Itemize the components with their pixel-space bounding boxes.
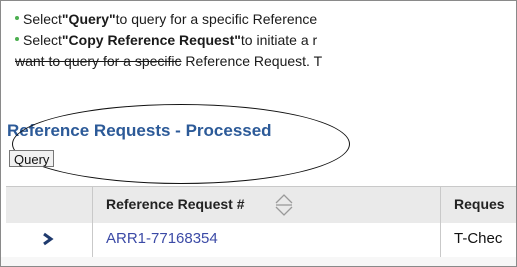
row-reference-cell: ARR1-77168354 bbox=[94, 223, 441, 257]
bullet-icon bbox=[15, 36, 19, 41]
query-button[interactable]: Query bbox=[9, 150, 55, 167]
table-row[interactable]: ARR1-77168354 T-Chec bbox=[6, 223, 516, 258]
instruction-line-3: want to query for a specific Reference R… bbox=[15, 53, 323, 69]
row-requester-cell: T-Chec bbox=[444, 223, 516, 257]
row-expand-cell[interactable] bbox=[6, 223, 93, 257]
reference-request-link[interactable]: ARR1-77168354 bbox=[106, 230, 218, 247]
requester-value: T-Chec bbox=[454, 230, 503, 247]
header-reference-request[interactable]: Reference Request # bbox=[94, 187, 441, 223]
instruction-line-query: Select "Query" to query for a specific R… bbox=[15, 9, 516, 30]
instruction-line-copy: Select "Copy Reference Request" to initi… bbox=[15, 30, 516, 51]
header-reference-request-label: Reference Request # bbox=[106, 196, 245, 212]
sort-icon[interactable] bbox=[274, 193, 294, 217]
header-requester[interactable]: Reques bbox=[444, 187, 516, 223]
instructions: Select "Query" to query for a specific R… bbox=[15, 9, 516, 72]
header-requester-label: Reques bbox=[454, 196, 505, 212]
page-frame: Select "Query" to query for a specific R… bbox=[0, 0, 517, 267]
chevron-right-icon[interactable] bbox=[40, 231, 56, 247]
table-footer-strip bbox=[1, 257, 516, 266]
highlight-ellipse bbox=[12, 104, 350, 184]
table-header: Reference Request # Reques bbox=[6, 186, 516, 224]
header-arrow-column bbox=[6, 187, 93, 223]
bullet-icon bbox=[15, 15, 19, 20]
